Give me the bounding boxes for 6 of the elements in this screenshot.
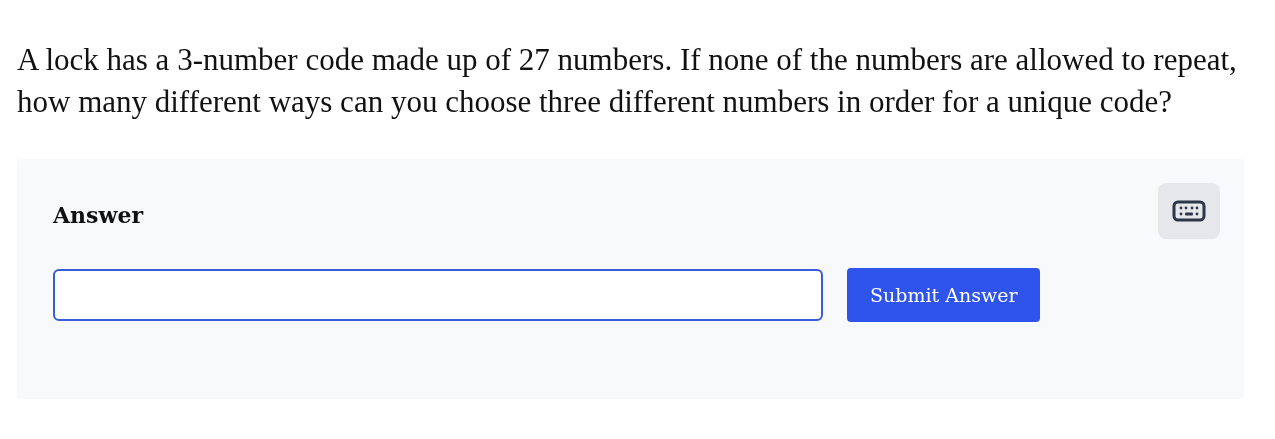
answer-field[interactable] — [53, 269, 823, 321]
keyboard-icon — [1172, 200, 1206, 222]
submit-button[interactable]: Submit Answer — [847, 268, 1041, 322]
answer-heading: Answer — [53, 201, 143, 230]
keyboard-button[interactable] — [1158, 183, 1220, 239]
question-text: A lock has a 3-number code made up of 27 numbers. If none of the numbers are allowed to repeat, how many different ways can you choose three different numbers in order for a unique code? — [17, 41, 1238, 121]
